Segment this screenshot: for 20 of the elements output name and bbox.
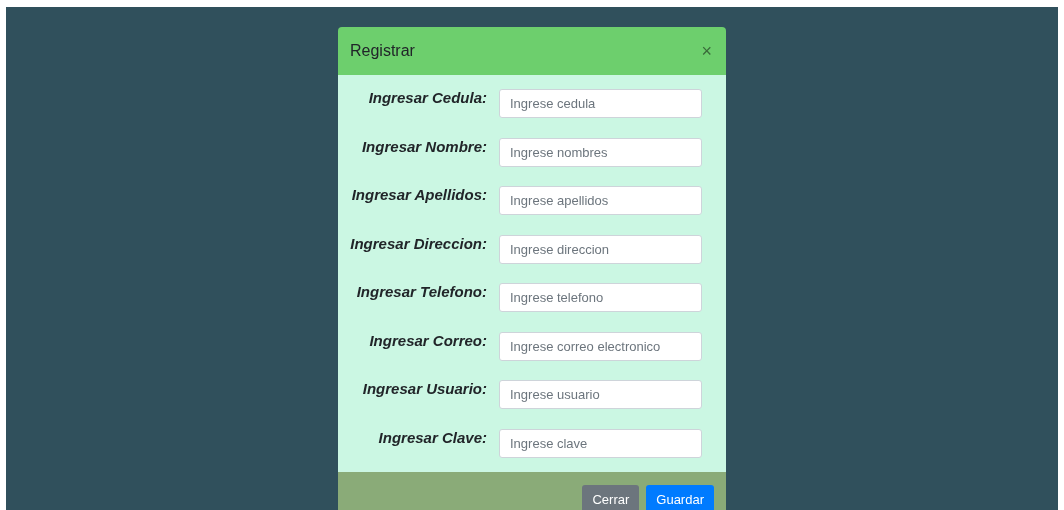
input-field[interactable]: Ingrese cedula — [499, 89, 702, 118]
field-label: Ingresar Cedula: — [367, 89, 488, 107]
field-label: Ingresar Direccion: — [349, 234, 488, 253]
field-label: Ingresar Apellidos: — [350, 186, 488, 204]
field-label: Ingresar Correo: — [368, 331, 488, 350]
cancel-button[interactable]: Cerrar — [582, 484, 640, 510]
field-label: Ingresar Usuario: — [361, 380, 488, 398]
input-field[interactable]: Ingrese correo electronico — [499, 331, 702, 361]
close-button[interactable]: × — [699, 42, 714, 60]
input-field[interactable]: Ingrese direccion — [499, 234, 702, 264]
save-button[interactable]: Guardar — [646, 484, 714, 510]
input-field[interactable]: Ingrese usuario — [499, 380, 702, 409]
input-field[interactable]: Ingrese nombres — [499, 137, 702, 167]
field-label: Ingresar Nombre: — [360, 137, 488, 156]
field-label: Ingresar Clave: — [377, 428, 488, 447]
input-field[interactable]: Ingrese clave — [499, 428, 702, 458]
field-label: Ingresar Telefono: — [355, 283, 488, 301]
dialog-title: Registrar — [350, 41, 415, 61]
input-field[interactable]: Ingrese apellidos — [499, 186, 702, 215]
input-field[interactable]: Ingrese telefono — [499, 283, 702, 312]
